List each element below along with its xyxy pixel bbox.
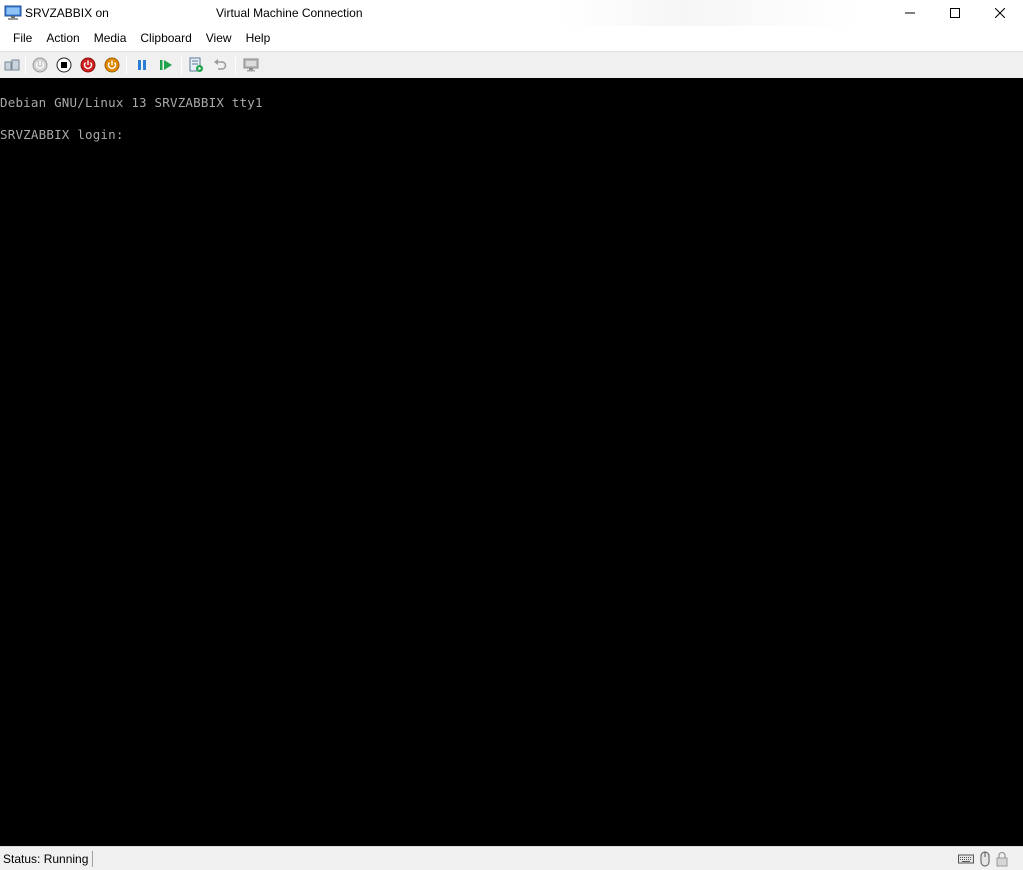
minimize-button[interactable]	[887, 0, 933, 26]
toolbar-separator	[126, 57, 127, 74]
menu-help[interactable]: Help	[239, 26, 278, 51]
mouse-icon	[977, 851, 993, 867]
status-text: Status: Running	[3, 852, 89, 866]
pause-icon	[138, 60, 146, 70]
save-icon	[104, 57, 120, 73]
vm-monitor-icon[interactable]	[4, 4, 22, 22]
menu-file[interactable]: File	[6, 26, 39, 51]
reset-icon	[160, 60, 172, 70]
console-login-prompt[interactable]: SRVZABBIX login:	[0, 127, 131, 142]
maximize-button[interactable]	[932, 0, 978, 26]
revert-button[interactable]	[211, 56, 229, 74]
toolbar-separator	[25, 57, 26, 74]
window-title-vm: SRVZABBIX on	[25, 6, 109, 20]
pause-button[interactable]	[133, 56, 151, 74]
menu-clipboard[interactable]: Clipboard	[133, 26, 198, 51]
minimize-icon	[905, 12, 915, 14]
vm-console-screen[interactable]: Debian GNU/Linux 13 SRVZABBIX tty1 SRVZA…	[0, 78, 1023, 846]
checkpoint-button[interactable]	[187, 56, 205, 74]
status-bar: Status: Running	[0, 846, 1023, 870]
toolbar-separator	[235, 57, 236, 74]
window-title-app: Virtual Machine Connection	[216, 6, 363, 20]
title-bar: SRVZABBIX on Virtual Machine Connection	[0, 0, 1023, 26]
start-icon	[32, 57, 48, 73]
revert-icon	[214, 59, 227, 70]
enhanced-session-icon	[243, 58, 259, 72]
toolbar-separator	[181, 57, 182, 74]
shutdown-button[interactable]	[79, 56, 97, 74]
menu-bar: File Action Media Clipboard View Help	[0, 26, 1023, 51]
maximize-icon	[950, 8, 960, 18]
enhanced-session-button[interactable]	[242, 56, 260, 74]
shutdown-icon	[80, 57, 96, 73]
title-bar-fade	[560, 0, 860, 26]
menu-action[interactable]: Action	[39, 26, 86, 51]
status-separator	[92, 851, 93, 867]
toolbar	[0, 51, 1023, 78]
save-button[interactable]	[103, 56, 121, 74]
turn-off-button[interactable]	[55, 56, 73, 74]
ctrl-alt-del-button[interactable]	[3, 56, 21, 74]
checkpoint-icon	[189, 57, 203, 72]
menu-media[interactable]: Media	[87, 26, 134, 51]
lock-icon	[994, 851, 1010, 867]
keyboard-icon	[958, 851, 974, 867]
close-button[interactable]	[977, 0, 1023, 26]
menu-view[interactable]: View	[199, 26, 239, 51]
start-button[interactable]	[31, 56, 49, 74]
close-icon	[995, 8, 1005, 18]
ctrl-alt-del-icon	[4, 59, 20, 71]
turn-off-icon	[56, 57, 72, 73]
console-banner-line: Debian GNU/Linux 13 SRVZABBIX tty1	[0, 95, 263, 110]
reset-button[interactable]	[157, 56, 175, 74]
